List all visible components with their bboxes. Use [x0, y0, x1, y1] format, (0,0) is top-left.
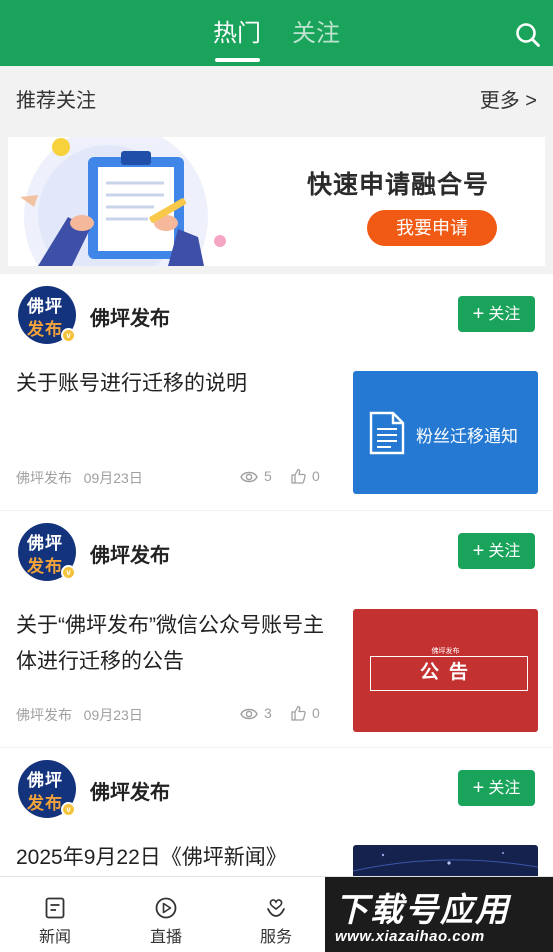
views-value: 5 [264, 468, 272, 484]
article-title[interactable]: 关于账号进行迁移的说明 [16, 366, 336, 402]
verified-badge-icon: v [61, 802, 76, 817]
thumbnail-text: 公告 [370, 656, 528, 691]
app-screen: 热门 关注 推荐关注 更多 > 快速申请融合号 我要申请 佛坪 发布 v 佛坪发… [0, 0, 553, 952]
feed-card[interactable]: 佛坪 发布 v 佛坪发布 + 关注 关于账号进行迁移的说明 佛坪发布 09月23日… [0, 274, 553, 510]
author-name[interactable]: 佛坪发布 [90, 776, 170, 805]
thumbnail-subtext: 佛坪发布 [431, 648, 460, 655]
like-count[interactable]: 0 [290, 468, 320, 484]
watermark-text: 下载号应用 [335, 891, 510, 928]
document-icon [369, 411, 405, 455]
avatar[interactable]: 佛坪 发布 v [18, 286, 76, 344]
article-date: 09月23日 [83, 707, 143, 723]
active-tab-indicator [215, 58, 260, 62]
likes-value: 0 [312, 705, 320, 721]
article-thumbnail[interactable] [353, 845, 538, 876]
top-bar: 热门 关注 [0, 0, 553, 66]
like-count[interactable]: 0 [290, 705, 320, 721]
eye-icon [240, 708, 258, 720]
tab-follow[interactable]: 关注 [292, 18, 340, 50]
likes-value: 0 [312, 468, 320, 484]
article-thumbnail[interactable]: 佛坪发布 公告 [353, 609, 538, 732]
follow-label: 关注 [488, 543, 521, 560]
apply-banner[interactable]: 快速申请融合号 我要申请 [8, 137, 545, 266]
banner-title: 快速申请融合号 [307, 171, 490, 199]
view-count: 3 [240, 705, 272, 721]
search-icon[interactable] [515, 22, 541, 48]
article-thumbnail[interactable]: 粉丝迁移通知 [353, 371, 538, 494]
article-title[interactable]: 关于“佛坪发布”微信公众号账号主体进行迁移的公告 [16, 608, 336, 680]
views-value: 3 [264, 705, 272, 721]
view-count: 5 [240, 468, 272, 484]
thumbnail-text: 粉丝迁移通知 [416, 427, 518, 446]
nav-label: 直播 [149, 929, 182, 946]
article-meta: 佛坪发布 09月23日 [16, 468, 143, 488]
eye-icon [240, 471, 258, 483]
follow-button[interactable]: + 关注 [458, 770, 535, 806]
avatar[interactable]: 佛坪 发布 v [18, 523, 76, 581]
tab-hot[interactable]: 热门 [213, 18, 261, 50]
nav-label: 服务 [259, 929, 292, 946]
watermark-url: www.xiazaihao.com [335, 928, 485, 945]
watermark-logo: 下载号应用 www.xiazaihao.com [325, 877, 553, 952]
news-icon [45, 897, 65, 919]
avatar-text: 发布 [27, 794, 63, 813]
article-date: 09月23日 [83, 470, 143, 486]
avatar-text: 发布 [27, 557, 63, 576]
article-title[interactable]: 2025年9月22日《佛坪新闻》 [16, 840, 336, 876]
plus-icon: + [472, 303, 485, 325]
avatar-text: 佛坪 [27, 534, 63, 553]
article-source: 佛坪发布 [16, 707, 72, 723]
author-name[interactable]: 佛坪发布 [90, 539, 170, 568]
avatar-text: 佛坪 [27, 771, 63, 790]
clipboard-illustration-icon [20, 137, 226, 266]
article-meta: 佛坪发布 09月23日 [16, 705, 143, 725]
service-icon [267, 899, 285, 917]
apply-button[interactable]: 我要申请 [367, 210, 497, 246]
recommend-title: 推荐关注 [16, 90, 96, 112]
plus-icon: + [472, 777, 485, 799]
nav-service[interactable]: 服务 [236, 877, 316, 947]
nav-live[interactable]: 直播 [126, 877, 206, 947]
author-name[interactable]: 佛坪发布 [90, 302, 170, 331]
follow-label: 关注 [488, 306, 521, 323]
follow-button[interactable]: + 关注 [458, 296, 535, 332]
nav-label: 新闻 [38, 929, 71, 946]
feed-card[interactable]: 佛坪 发布 v 佛坪发布 + 关注 2025年9月22日《佛坪新闻》 [0, 748, 553, 876]
thumbs-up-icon [291, 705, 306, 721]
recommend-header: 推荐关注 更多 > [0, 66, 553, 128]
follow-label: 关注 [488, 780, 521, 797]
thumbs-up-icon [291, 468, 306, 484]
feed-card[interactable]: 佛坪 发布 v 佛坪发布 + 关注 关于“佛坪发布”微信公众号账号主体进行迁移的公… [0, 511, 553, 747]
play-icon [155, 897, 177, 919]
plus-icon: + [472, 540, 485, 562]
avatar[interactable]: 佛坪 发布 v [18, 760, 76, 818]
avatar-text: 佛坪 [27, 297, 63, 316]
more-link[interactable]: 更多 > [480, 84, 537, 113]
verified-badge-icon: v [61, 328, 76, 343]
follow-button[interactable]: + 关注 [458, 533, 535, 569]
starry-background-icon [353, 852, 538, 872]
article-source: 佛坪发布 [16, 470, 72, 486]
nav-news[interactable]: 新闻 [15, 877, 95, 947]
avatar-text: 发布 [27, 320, 63, 339]
verified-badge-icon: v [61, 565, 76, 580]
